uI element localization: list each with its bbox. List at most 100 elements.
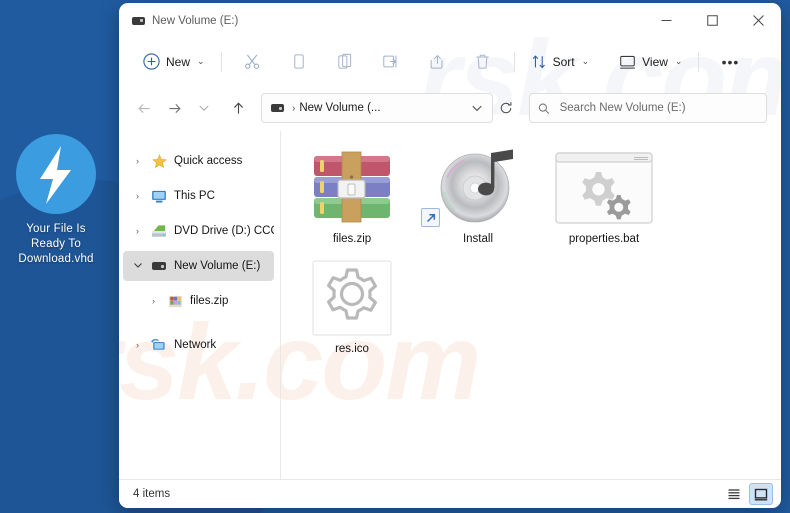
title-bar: New Volume (E:)	[119, 3, 781, 38]
view-button-label: View	[642, 54, 668, 69]
dvd-drive-icon	[150, 223, 168, 239]
file-name: properties.bat	[568, 233, 640, 245]
bat-script-icon	[543, 149, 665, 227]
toolbar-separator-1	[220, 51, 222, 72]
delete-button[interactable]	[466, 46, 500, 78]
new-button-label: New	[166, 54, 191, 69]
share-button[interactable]	[420, 46, 454, 78]
shortcut-label-line1: Your File Is	[26, 223, 86, 235]
desktop-shortcut-label: Your File Is Ready To Download.vhd	[4, 222, 108, 267]
window-body: › Quick access › This PC › DVD Drive (D:…	[119, 131, 781, 479]
monitor-icon	[150, 188, 168, 204]
search-icon	[538, 103, 550, 114]
file-explorer-window: rsk.com rsk.com New Volume (E:) New ⌄ So…	[119, 3, 781, 508]
shortcut-arrow-icon	[421, 208, 440, 227]
chevron-down-icon: ⌄	[674, 56, 683, 66]
breadcrumb-path: New Volume (...	[299, 102, 381, 114]
sidebar-item-label: New Volume (E:)	[174, 260, 261, 272]
rename-button[interactable]	[374, 46, 408, 78]
lightning-bolt-icon	[16, 134, 96, 214]
toolbar-separator-2	[513, 51, 515, 72]
plus-circle-icon	[143, 53, 160, 70]
sidebar-item-network[interactable]: › Network	[123, 330, 274, 360]
chevron-down-icon: ⌄	[197, 56, 205, 66]
sort-button[interactable]: Sort ⌄	[523, 46, 598, 78]
file-list-pane[interactable]: files.zip Install properties.bat res.ico	[281, 131, 781, 479]
window-controls	[643, 3, 781, 38]
sidebar-item-quick-access[interactable]: › Quick access	[123, 146, 274, 176]
breadcrumb: › New Volume (...	[290, 102, 460, 114]
toolbar-separator-3	[698, 51, 700, 72]
cd-audio-icon	[417, 149, 539, 227]
window-title: New Volume (E:)	[152, 14, 239, 27]
sidebar-item-files-zip[interactable]: › files.zip	[139, 286, 274, 316]
breadcrumb-separator: ›	[292, 103, 296, 114]
close-button[interactable]	[735, 3, 781, 38]
copy-button[interactable]	[282, 46, 316, 78]
tiles-view-icon[interactable]	[749, 483, 773, 505]
recent-locations-button[interactable]	[189, 93, 219, 123]
navigation-pane: › Quick access › This PC › DVD Drive (D:…	[119, 131, 281, 479]
shortcut-label-line2: Ready To	[31, 238, 81, 250]
file-item-files-zip[interactable]: files.zip	[289, 143, 415, 253]
sidebar-item-this-pc[interactable]: › This PC	[123, 181, 274, 211]
cut-button[interactable]	[236, 46, 270, 78]
sidebar-item-label: DVD Drive (D:) CCCC	[174, 225, 274, 237]
drive-icon	[132, 16, 145, 25]
sidebar-item-dvd-drive[interactable]: › DVD Drive (D:) CCCC	[123, 216, 274, 246]
file-name: res.ico	[335, 343, 369, 355]
network-icon	[150, 337, 168, 353]
expander-chevron-icon[interactable]: ›	[131, 191, 144, 201]
file-name: Install	[462, 233, 494, 245]
refresh-button[interactable]	[493, 95, 519, 121]
new-button[interactable]: New ⌄	[135, 46, 213, 78]
expander-chevron-icon[interactable]: ›	[147, 296, 160, 306]
file-grid: files.zip Install properties.bat res.ico	[289, 143, 781, 363]
back-button[interactable]	[129, 93, 159, 123]
expander-chevron-icon[interactable]: ›	[131, 340, 144, 350]
view-button[interactable]: View ⌄	[611, 46, 690, 78]
minimize-button[interactable]	[643, 3, 689, 38]
sidebar-item-new-volume-e[interactable]: New Volume (E:)	[123, 251, 274, 281]
file-name: files.zip	[332, 233, 372, 245]
expander-chevron-icon[interactable]	[131, 260, 144, 273]
shortcut-label-line3: Download.vhd	[18, 253, 94, 265]
desktop-shortcut-vhd[interactable]: Your File Is Ready To Download.vhd	[4, 134, 108, 267]
paste-button[interactable]	[328, 46, 362, 78]
file-item-properties-bat[interactable]: properties.bat	[541, 143, 667, 253]
desktop: Your File Is Ready To Download.vhd rsk.c…	[0, 0, 790, 513]
item-count-label: 4 items	[133, 488, 171, 500]
sort-button-label: Sort	[552, 54, 575, 69]
paste-icon	[338, 53, 352, 69]
star-icon	[150, 153, 168, 169]
view-toggle-group	[723, 483, 773, 505]
scissors-icon	[245, 54, 260, 69]
file-item-res-ico[interactable]: res.ico	[289, 253, 415, 363]
gear-ico-icon	[291, 259, 413, 337]
up-button[interactable]	[223, 93, 253, 123]
sidebar-item-label: Network	[174, 339, 217, 351]
winrar-archive-icon	[291, 149, 413, 227]
more-options-button[interactable]: •••	[713, 46, 747, 78]
expander-chevron-icon[interactable]: ›	[131, 226, 144, 236]
sort-arrows-icon	[532, 54, 545, 68]
trash-icon	[476, 54, 489, 69]
zip-archive-icon	[166, 293, 184, 309]
command-bar: New ⌄ Sort ⌄ View ⌄ •••	[119, 38, 781, 85]
search-input[interactable]	[557, 101, 758, 115]
list-view-icon[interactable]	[723, 484, 745, 504]
sidebar-item-label: Quick access	[174, 155, 243, 167]
expander-chevron-icon[interactable]: ›	[131, 156, 144, 166]
search-box[interactable]	[529, 93, 767, 123]
chevron-down-icon[interactable]	[466, 96, 488, 120]
title-bar-left: New Volume (E:)	[119, 15, 643, 27]
forward-button[interactable]	[159, 93, 189, 123]
drive-glyph	[152, 262, 166, 270]
monitor-icon	[620, 55, 635, 69]
copy-icon	[294, 54, 304, 69]
address-bar[interactable]: › New Volume (...	[261, 93, 493, 123]
sidebar-item-label: files.zip	[190, 295, 229, 307]
navigation-bar: › New Volume (...	[119, 85, 781, 131]
file-item-install[interactable]: Install	[415, 143, 541, 253]
maximize-button[interactable]	[689, 3, 735, 38]
